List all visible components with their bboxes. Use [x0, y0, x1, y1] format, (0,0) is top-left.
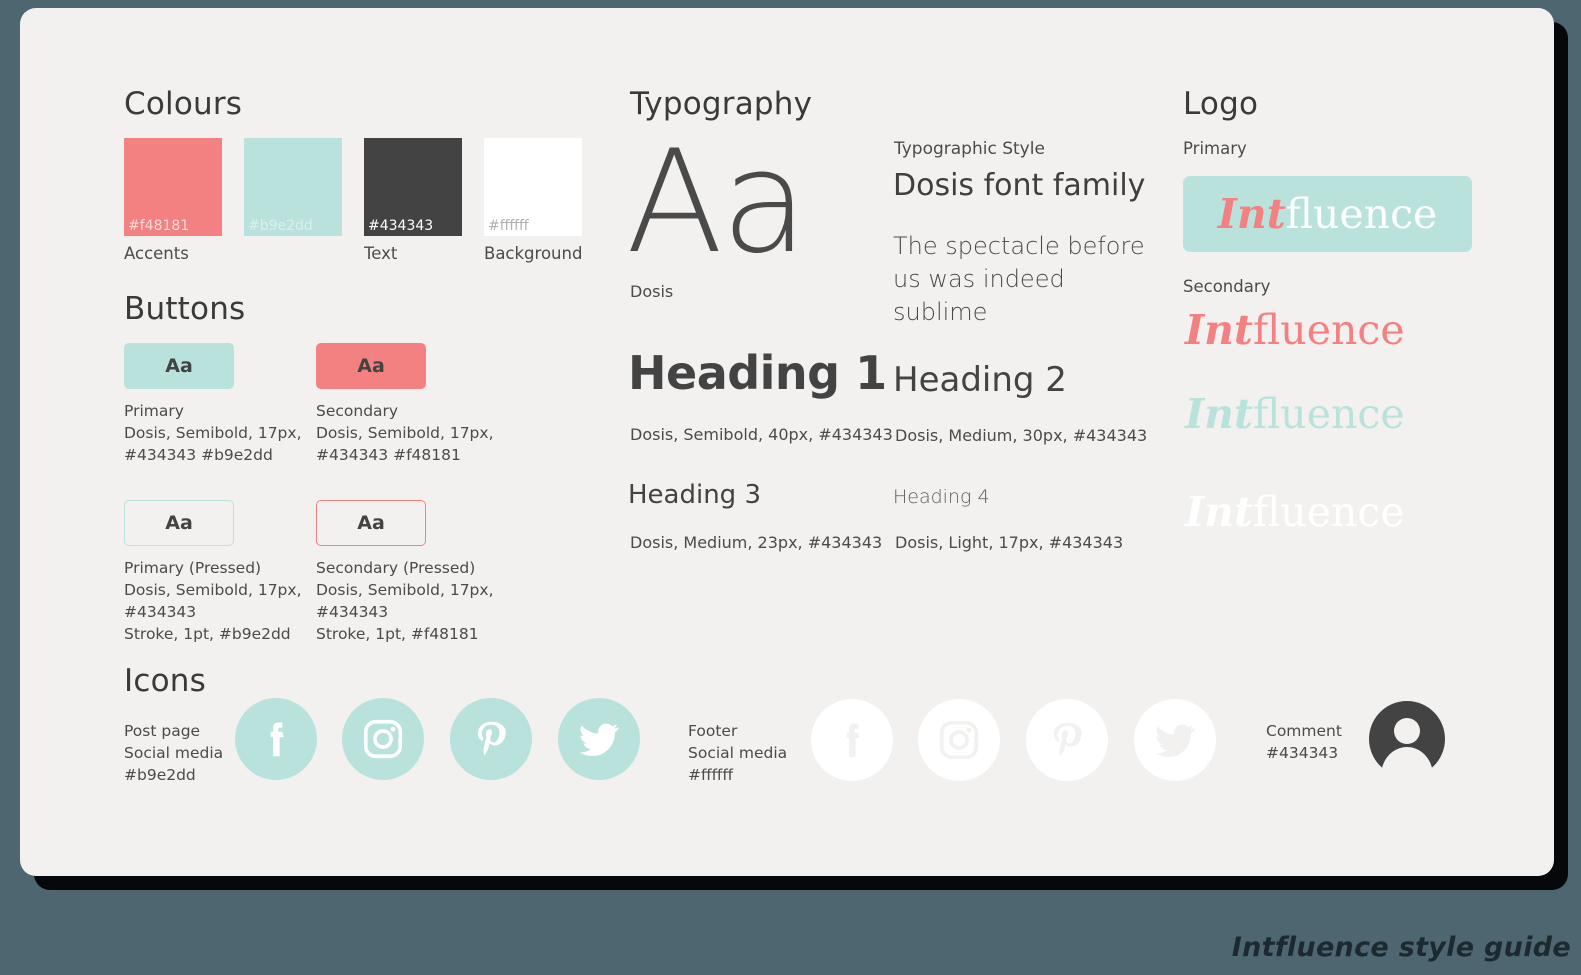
twitter-icon[interactable] — [558, 698, 640, 780]
logo-wordmark-bold: Int — [1185, 488, 1253, 536]
logo-wordmark-rest: fluence — [1252, 306, 1405, 354]
typographic-style-label: Typographic Style — [894, 139, 1045, 159]
secondary-button-spec: Secondary Dosis, Semibold, 17px, #434343… — [316, 402, 494, 464]
heading-4-spec: Dosis, Light, 17px, #434343 — [895, 533, 1124, 552]
pinterest-icon[interactable] — [1026, 699, 1108, 781]
logo-secondary-teal: Intfluence — [1185, 394, 1405, 435]
heading-1-sample: Heading 1 — [628, 346, 887, 400]
instagram-icon[interactable] — [918, 699, 1000, 781]
typography-section-title: Typography — [630, 86, 813, 122]
swatch-caption: Background — [484, 244, 583, 263]
instagram-icon[interactable] — [342, 698, 424, 780]
logo-secondary-label: Secondary — [1183, 277, 1271, 296]
swatch-hex-label: #f48181 — [128, 218, 190, 234]
secondary-pressed-button-spec: Secondary (Pressed) Dosis, Semibold, 17p… — [316, 559, 494, 643]
facebook-icon[interactable] — [235, 698, 317, 780]
primary-pressed-button[interactable]: Aa — [124, 500, 234, 546]
primary-pressed-button-spec: Primary (Pressed) Dosis, Semibold, 17px,… — [124, 559, 302, 643]
pinterest-icon[interactable] — [450, 698, 532, 780]
swatch-hex-label: #b9e2dd — [248, 218, 313, 234]
logo-wordmark-bold: Int — [1217, 189, 1286, 238]
logo-wordmark: Intfluence — [1218, 193, 1438, 235]
colours-section-title: Colours — [124, 86, 243, 122]
style-guide-card: Colours #f48181 #b9e2dd #434343 #ffffff … — [20, 8, 1554, 876]
colour-swatch: #ffffff — [484, 138, 582, 236]
heading-3-spec: Dosis, Medium, 23px, #434343 — [630, 533, 883, 552]
logo-wordmark-bold: Int — [1185, 306, 1253, 354]
logo-primary-label: Primary — [1183, 139, 1247, 158]
avatar-icon[interactable] — [1366, 698, 1448, 781]
primary-button[interactable]: Aa — [124, 343, 234, 389]
logo-secondary-white: Intfluence — [1185, 492, 1405, 533]
post-page-icons-caption: Post page Social media #b9e2dd — [124, 722, 224, 784]
facebook-icon[interactable] — [811, 699, 893, 781]
logo-secondary-coral: Intfluence — [1185, 310, 1405, 351]
heading-4-sample: Heading 4 — [893, 486, 990, 508]
style-guide-caption: Intfluence style guide — [1231, 932, 1571, 963]
heading-3-sample: Heading 3 — [628, 480, 761, 510]
swatch-hex-label: #434343 — [368, 218, 434, 234]
swatch-hex-label: #ffffff — [488, 218, 529, 234]
colour-swatch: #434343 — [364, 138, 462, 236]
logo-wordmark-rest: fluence — [1285, 189, 1438, 238]
heading-2-spec: Dosis, Medium, 30px, #434343 — [895, 426, 1148, 445]
logo-wordmark-rest: fluence — [1252, 390, 1405, 438]
font-specimen: Aa — [626, 120, 808, 285]
colour-swatch: #f48181 — [124, 138, 222, 236]
primary-button-spec: Primary Dosis, Semibold, 17px, #434343 #… — [124, 402, 302, 464]
twitter-icon[interactable] — [1134, 699, 1216, 781]
font-family-name: Dosis font family — [893, 168, 1146, 203]
logo-section-title: Logo — [1183, 86, 1259, 122]
font-specimen-caption: Dosis — [630, 282, 674, 301]
logo-wordmark-bold: Int — [1185, 390, 1253, 438]
heading-1-spec: Dosis, Semibold, 40px, #434343 — [630, 425, 893, 444]
swatch-caption: Accents — [124, 244, 189, 263]
swatch-caption: Text — [364, 244, 398, 263]
secondary-pressed-button[interactable]: Aa — [316, 500, 426, 546]
comment-icon-caption: Comment #434343 — [1266, 722, 1342, 762]
secondary-button[interactable]: Aa — [316, 343, 426, 389]
logo-wordmark-rest: fluence — [1252, 488, 1405, 536]
footer-icons-caption: Footer Social media #ffffff — [688, 722, 788, 784]
colour-swatch: #b9e2dd — [244, 138, 342, 236]
buttons-section-title: Buttons — [124, 291, 246, 327]
font-sample-sentence: The spectacle before us was indeed subli… — [893, 232, 1145, 326]
heading-2-sample: Heading 2 — [893, 360, 1067, 400]
icons-section-title: Icons — [124, 663, 206, 699]
logo-primary: Intfluence — [1183, 176, 1472, 252]
